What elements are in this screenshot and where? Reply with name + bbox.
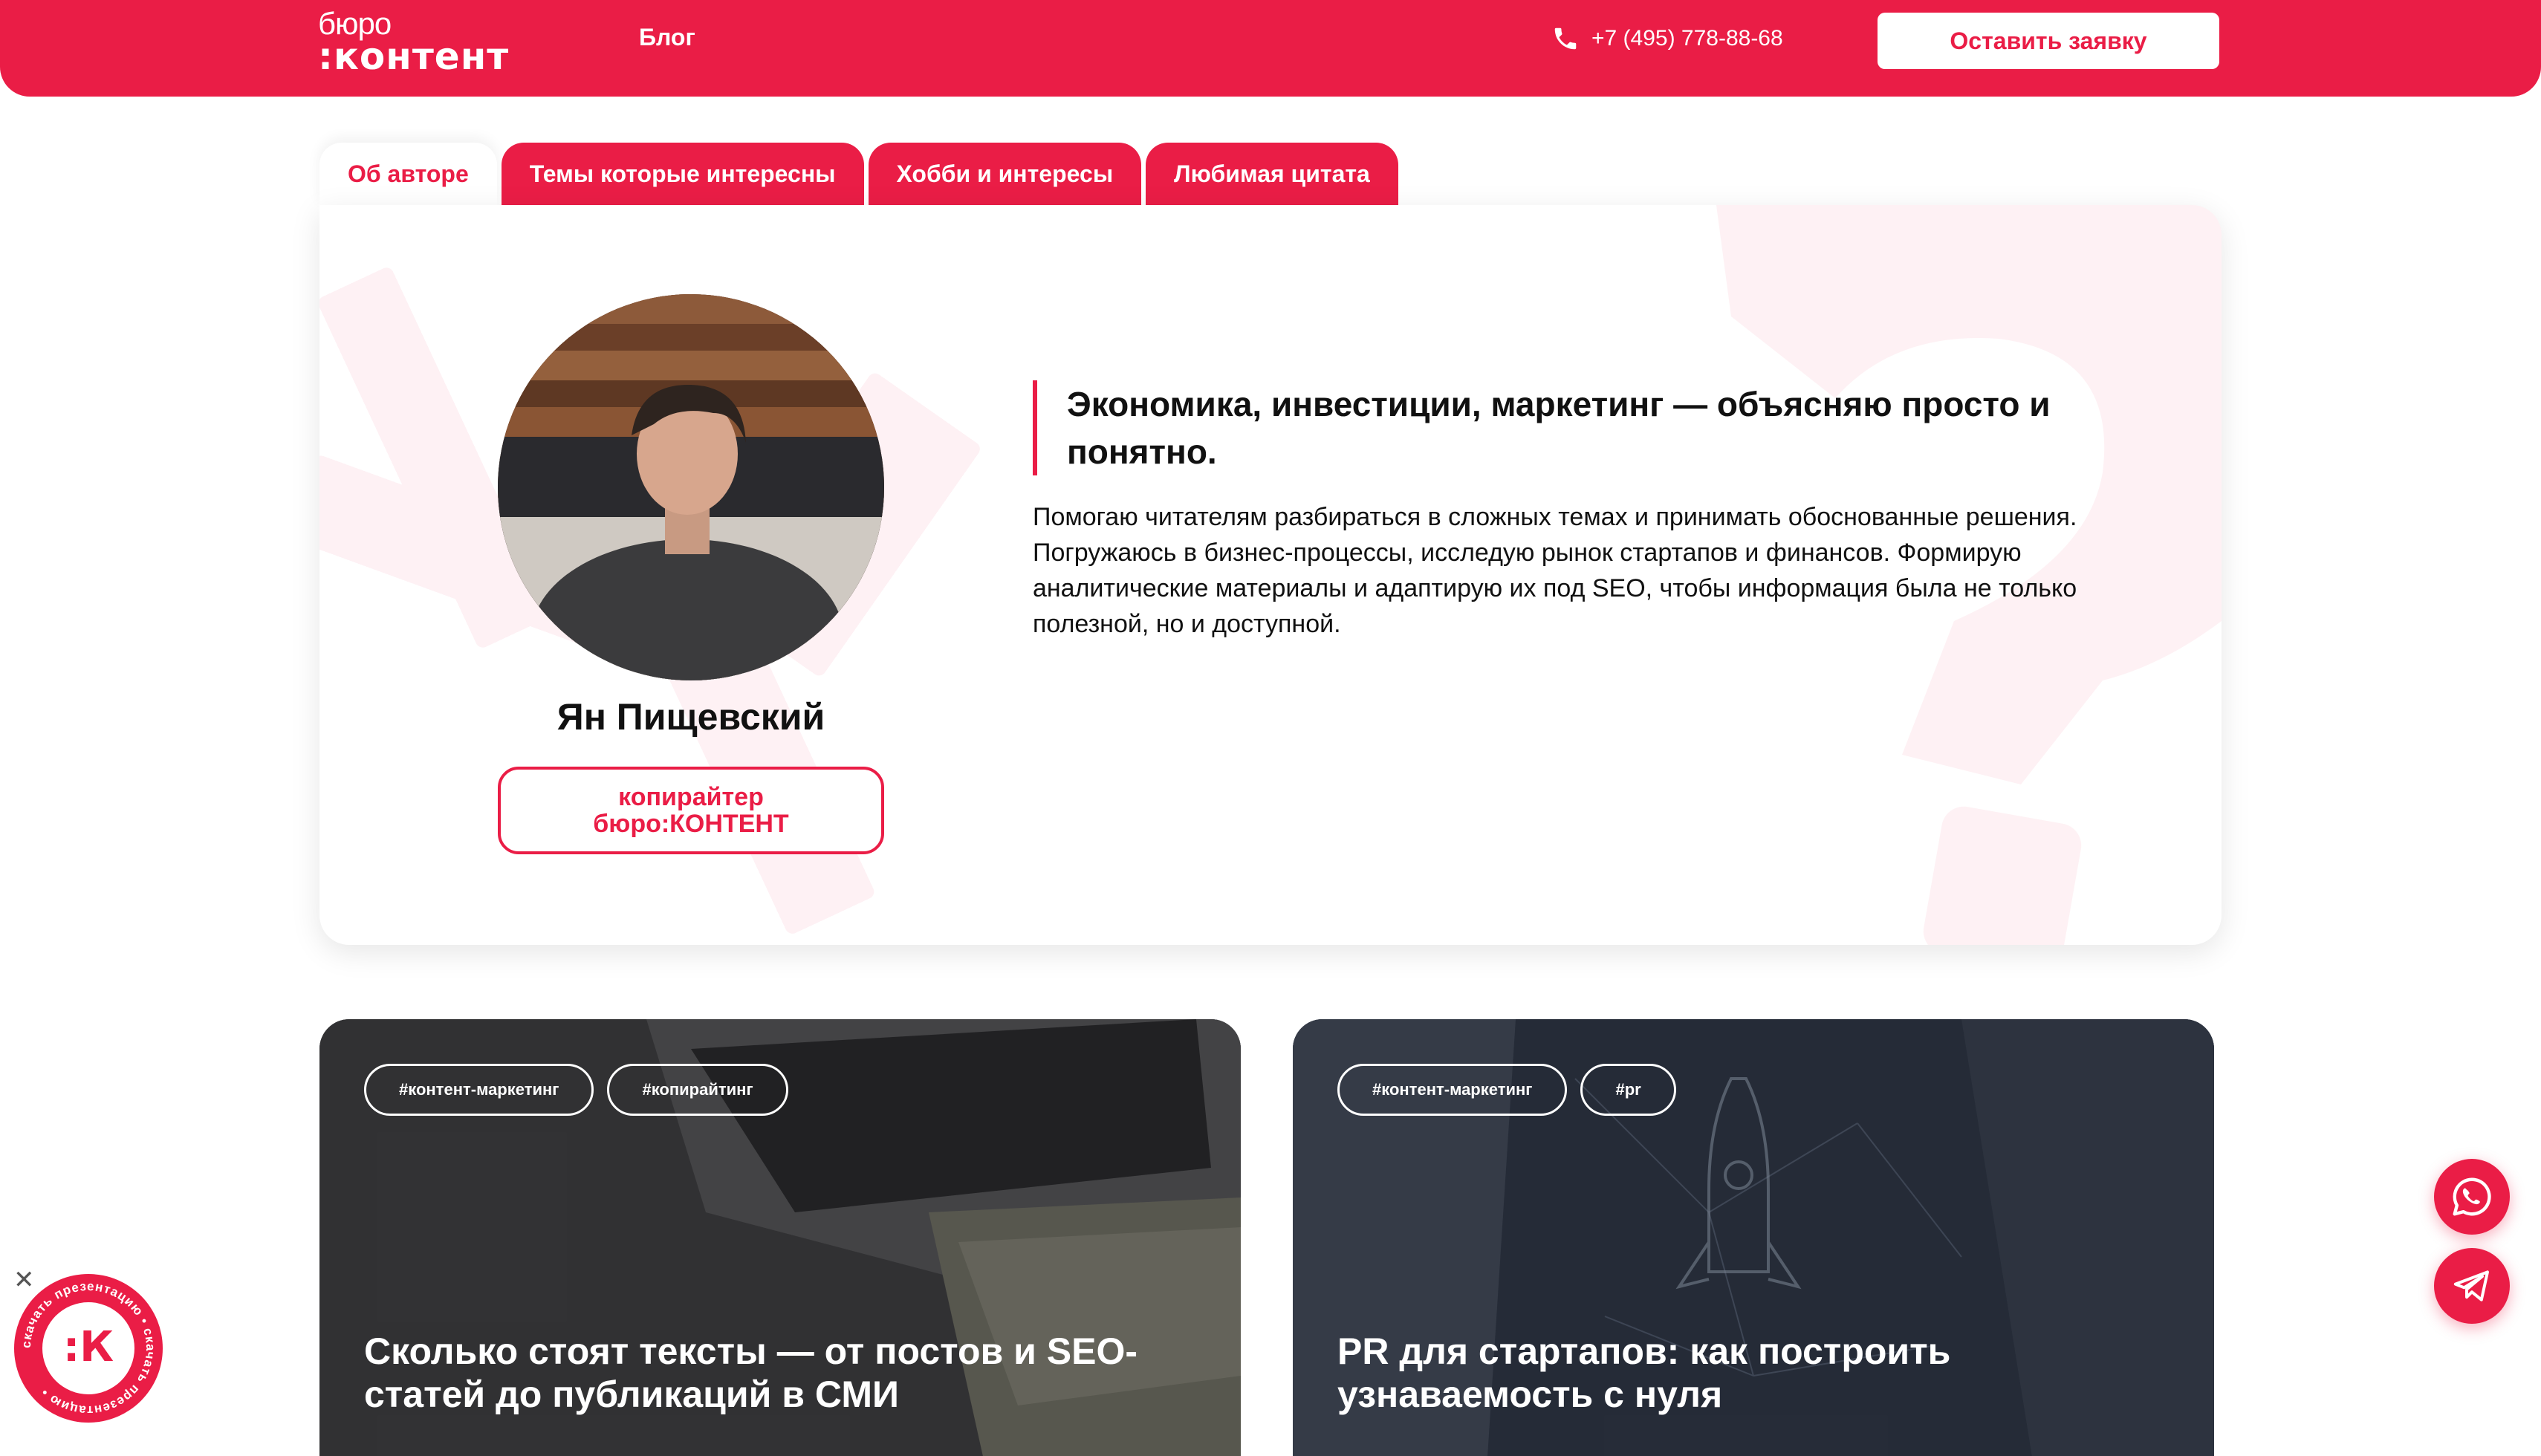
telegram-icon [2453,1270,2489,1301]
whatsapp-icon [2453,1177,2491,1216]
tab-topics[interactable]: Темы которые интересны [501,143,864,205]
author-role-badge: копирайтер бюро:КОНТЕНТ [498,767,884,854]
telegram-button[interactable] [2434,1248,2510,1324]
phone-number: +7 (495) 778-88-68 [1591,26,1783,51]
site-header: бюро :контент Блог +7 (495) 778-88-68 Ос… [0,0,2541,97]
article-title[interactable]: PR для стартапов: как построить узнаваем… [1337,1330,2170,1416]
author-bio: Помогаю читателям разбираться в сложных … [1033,503,2077,638]
author-name: Ян Пищевский [556,696,825,738]
article-card[interactable]: #контент-маркетинг #копирайтинг Сколько … [319,1019,1241,1456]
tag-chip[interactable]: #контент-маркетинг [364,1064,594,1116]
tag-chip[interactable]: #контент-маркетинг [1337,1064,1568,1116]
tag-chip[interactable]: #копирайтинг [607,1064,788,1116]
author-tabs: Об авторе Темы которые интересны Хобби и… [319,143,1398,205]
presentation-logo: :К [63,1323,114,1371]
role-title: копирайтер [618,783,764,811]
article-tags: #контент-маркетинг #копирайтинг [364,1064,788,1116]
nav-blog-link[interactable]: Блог [639,24,695,51]
author-avatar [498,294,884,680]
tab-about-author[interactable]: Об авторе [319,143,497,205]
tag-chip[interactable]: #pr [1580,1064,1676,1116]
page: бюро :контент Блог +7 (495) 778-88-68 Ос… [0,0,2541,1456]
article-tags: #контент-маркетинг #pr [1337,1064,1676,1116]
whatsapp-button[interactable] [2434,1159,2510,1235]
article-title[interactable]: Сколько стоят тексты — от постов и SEO-с… [364,1330,1196,1416]
role-company: бюро:КОНТЕНТ [593,810,789,838]
article-card[interactable]: #контент-маркетинг #pr PR для стартапов:… [1293,1019,2214,1456]
phone-link[interactable]: +7 (495) 778-88-68 [1551,24,1783,53]
phone-icon [1551,25,1580,53]
author-quote: Экономика, инвестиции, маркетинг — объяс… [1033,380,2073,475]
logo-bottom-text: :контент [318,35,510,78]
author-card: Ян Пищевский копирайтер бюро:КОНТЕНТ Эко… [319,205,2222,945]
submit-request-button[interactable]: Оставить заявку [1878,13,2219,69]
brand-logo[interactable]: бюро :контент [318,7,548,77]
download-presentation-badge[interactable]: скачать презентацию • скачать презентаци… [10,1270,166,1426]
tab-hobbies[interactable]: Хобби и интересы [868,143,1142,205]
tab-favorite-quote[interactable]: Любимая цитата [1146,143,1398,205]
